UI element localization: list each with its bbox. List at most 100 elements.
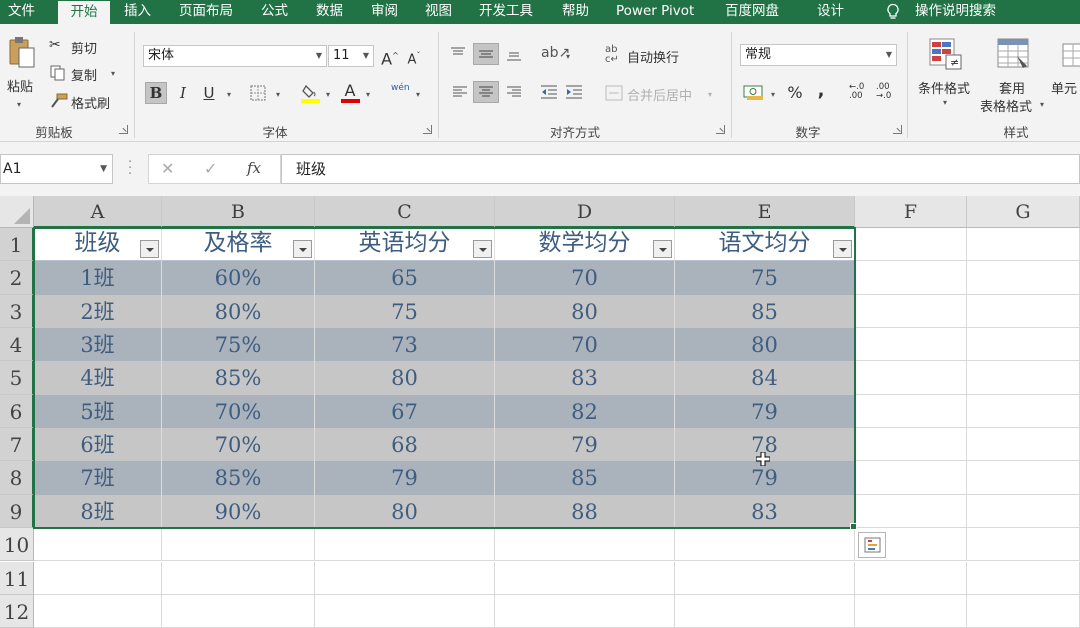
percent-button[interactable]: % [784, 82, 806, 104]
empty-cell[interactable] [967, 528, 1080, 562]
border-dropdown-icon[interactable]: ▾ [276, 90, 280, 99]
row-header-6[interactable]: 6 [0, 394, 34, 429]
number-format-combo[interactable]: 常规 ▼ [740, 44, 897, 66]
empty-cell[interactable] [967, 394, 1080, 429]
cut-button[interactable]: ✂ 剪切 [49, 36, 109, 57]
fill-color-dropdown-icon[interactable]: ▾ [326, 90, 330, 99]
empty-cell[interactable] [967, 361, 1080, 395]
empty-cell[interactable] [967, 261, 1080, 295]
align-middle-button[interactable] [473, 43, 499, 65]
formula-input[interactable]: 班级 [281, 154, 1080, 184]
wrap-text-button[interactable]: 自动换行 [627, 47, 679, 66]
decrease-decimal-icon[interactable]: .00 →.0 [876, 83, 891, 101]
select-all-button[interactable] [0, 196, 34, 228]
align-center-button[interactable] [473, 81, 499, 103]
format-painter-button[interactable]: 格式刷 [49, 91, 119, 112]
empty-cell[interactable] [967, 594, 1080, 628]
empty-cell[interactable] [675, 561, 855, 595]
tell-me-search[interactable]: 操作说明搜索 [915, 0, 996, 24]
tab-file[interactable]: 文件 [8, 0, 35, 24]
empty-cell[interactable] [162, 528, 315, 562]
empty-cell[interactable] [34, 594, 162, 628]
currency-dropdown-icon[interactable]: ▾ [771, 90, 775, 99]
empty-cell[interactable] [162, 594, 315, 628]
clipboard-launcher-icon[interactable] [119, 125, 128, 134]
tab-help[interactable]: 帮助 [562, 0, 589, 24]
tab-review[interactable]: 审阅 [371, 0, 398, 24]
phonetic-guide-icon[interactable]: wén [391, 83, 410, 93]
empty-cell[interactable] [855, 594, 967, 628]
empty-cell[interactable] [855, 494, 967, 529]
row-header-4[interactable]: 4 [0, 328, 34, 362]
empty-cell[interactable] [967, 328, 1080, 362]
empty-cell[interactable] [967, 561, 1080, 595]
empty-cell[interactable] [855, 461, 967, 495]
currency-icon[interactable] [743, 83, 765, 101]
cell-styles-button[interactable]: 单元 [1050, 38, 1080, 118]
font-color-dropdown-icon[interactable]: ▾ [366, 90, 370, 99]
tab-page-layout[interactable]: 页面布局 [179, 0, 233, 24]
cancel-formula-icon[interactable]: ✕ [161, 159, 174, 178]
column-header-a[interactable]: A [34, 196, 162, 228]
row-header-7[interactable]: 7 [0, 428, 34, 462]
underline-dropdown-icon[interactable]: ▾ [227, 90, 231, 99]
tab-power-pivot[interactable]: Power Pivot [616, 0, 694, 24]
align-left-icon[interactable] [452, 85, 468, 99]
merge-dropdown-icon[interactable]: ▾ [708, 90, 712, 99]
bold-button[interactable]: B [145, 82, 167, 104]
align-bottom-icon[interactable] [506, 46, 522, 62]
copy-button[interactable]: 复制 ▾ [49, 63, 124, 84]
empty-cell[interactable] [967, 428, 1080, 462]
row-header-12[interactable]: 12 [0, 594, 34, 628]
tab-insert[interactable]: 插入 [124, 0, 151, 24]
worksheet-grid[interactable]: ABCDEFG 1 2 3 4 5 6 7 8 9 10 11 12 班级 及格率 英语均分 数学均分 语文均… [0, 196, 1080, 628]
italic-button[interactable]: I [172, 82, 194, 104]
empty-cell[interactable] [495, 561, 675, 595]
empty-cell[interactable] [34, 528, 162, 562]
empty-cell[interactable] [315, 528, 495, 562]
empty-cell[interactable] [162, 561, 315, 595]
border-icon[interactable] [250, 85, 268, 101]
tab-design[interactable]: 设计 [817, 0, 844, 24]
row-header-8[interactable]: 8 [0, 461, 34, 495]
empty-cell[interactable] [967, 228, 1080, 262]
empty-cell[interactable] [675, 528, 855, 562]
empty-cell[interactable] [855, 394, 967, 429]
empty-cell[interactable] [855, 361, 967, 395]
column-header-f[interactable]: F [855, 196, 967, 228]
font-launcher-icon[interactable] [423, 125, 432, 134]
font-name-combo[interactable]: 宋体 ▼ [143, 45, 327, 67]
comma-button[interactable]: , [810, 80, 832, 102]
empty-cell[interactable] [675, 594, 855, 628]
align-top-icon[interactable] [450, 46, 466, 60]
align-right-icon[interactable] [506, 85, 522, 99]
empty-cell[interactable] [967, 294, 1080, 329]
row-header-1[interactable]: 1 [0, 228, 34, 262]
name-box[interactable]: A1 ▼ [0, 154, 113, 184]
row-header-10[interactable]: 10 [0, 528, 34, 562]
number-launcher-icon[interactable] [893, 125, 902, 134]
empty-cell[interactable] [855, 228, 967, 262]
quick-analysis-button[interactable] [858, 532, 886, 559]
row-header-9[interactable]: 9 [0, 494, 34, 529]
empty-cell[interactable] [495, 528, 675, 562]
fill-color-icon[interactable] [300, 82, 322, 104]
decrease-indent-icon[interactable] [540, 84, 558, 100]
empty-cell[interactable] [315, 594, 495, 628]
orientation-dropdown-icon[interactable]: ▾ [566, 52, 570, 61]
alignment-launcher-icon[interactable] [716, 125, 725, 134]
tab-home[interactable]: 开始 [58, 1, 110, 24]
empty-cell[interactable] [315, 561, 495, 595]
empty-cell[interactable] [855, 561, 967, 595]
empty-cell[interactable] [967, 461, 1080, 495]
shrink-font-button[interactable]: Aˇ [403, 45, 425, 67]
empty-cell[interactable] [855, 428, 967, 462]
row-header-2[interactable]: 2 [0, 261, 34, 295]
tab-developer[interactable]: 开发工具 [479, 0, 533, 24]
tab-data[interactable]: 数据 [316, 0, 343, 24]
paste-button[interactable]: 粘贴 ▾ [5, 36, 39, 116]
empty-cell[interactable] [967, 494, 1080, 529]
column-header-e[interactable]: E [675, 196, 855, 228]
row-header-11[interactable]: 11 [0, 561, 34, 595]
insert-function-icon[interactable]: fx [247, 159, 261, 177]
